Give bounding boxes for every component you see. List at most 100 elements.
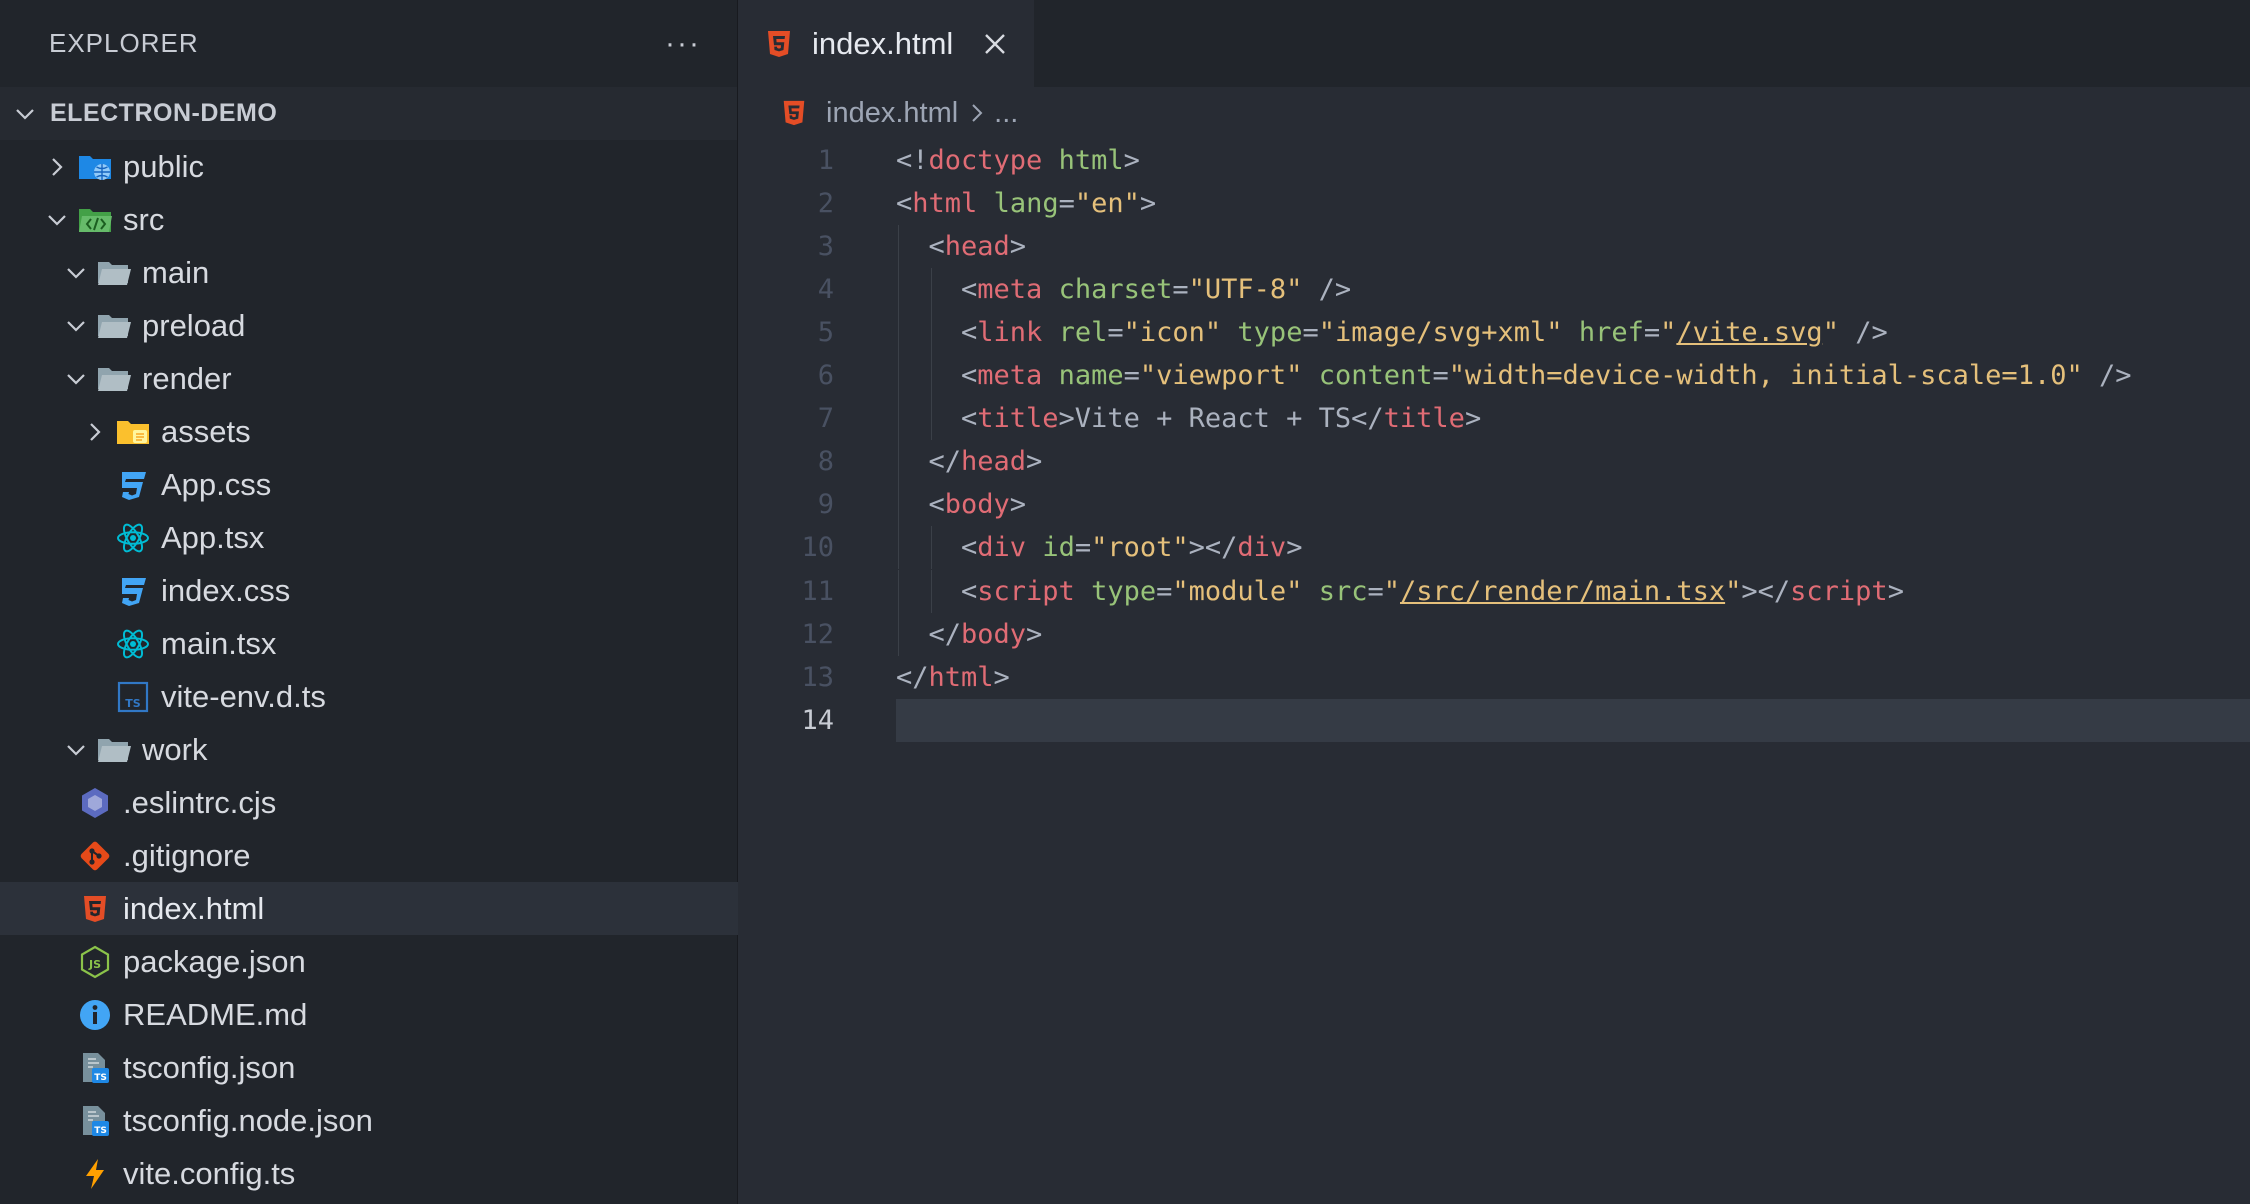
code-line[interactable]: 12 </body> — [738, 613, 2250, 656]
tree-item-app-css[interactable]: App.css — [0, 458, 738, 511]
indent-guide — [898, 268, 899, 311]
line-number: 6 — [817, 360, 834, 391]
code-line[interactable]: 11 <script type="module" src="/src/render… — [738, 570, 2250, 613]
tree-item-label: vite.config.ts — [123, 1155, 296, 1191]
code-line[interactable]: 5 <link rel="icon" type="image/svg+xml" h… — [738, 311, 2250, 354]
more-actions-icon[interactable]: ··· — [665, 27, 701, 61]
tree-item-render[interactable]: render — [0, 352, 738, 405]
code-line[interactable]: 13 </html> — [738, 656, 2250, 699]
line-number: 4 — [817, 274, 834, 305]
css-icon — [115, 573, 151, 609]
line-number: 2 — [817, 188, 834, 219]
tree-item-vite-env-d-ts[interactable]: TS vite-env.d.ts — [0, 670, 738, 723]
breadcrumb-file[interactable]: index.html — [826, 97, 958, 130]
indent-guide — [898, 526, 899, 569]
indent-guide — [930, 354, 932, 397]
code-line[interactable]: 6 <meta name="viewport" content="width=de… — [738, 354, 2250, 397]
tree-item-package-json[interactable]: JS package.json — [0, 935, 738, 988]
tree-item-label: index.html — [123, 890, 265, 926]
indent-guide — [898, 613, 899, 656]
tree-item-label: vite-env.d.ts — [161, 678, 326, 714]
tree-item-label: src — [123, 201, 165, 237]
indent-guide — [898, 354, 899, 397]
code-text: <html lang="en"> — [896, 188, 1157, 219]
project-root-row[interactable]: ELECTRON-DEMO — [0, 87, 737, 140]
breadcrumb-symbols[interactable]: ... — [994, 97, 1018, 130]
code-text: </head> — [928, 446, 1043, 477]
close-icon[interactable] — [981, 30, 1009, 58]
tree-item-index-css[interactable]: index.css — [0, 564, 738, 617]
code-line[interactable]: 9 <body> — [738, 483, 2250, 526]
code-text: </html> — [896, 662, 1010, 693]
tree-item-tsconfig-node-json[interactable]: TS tsconfig.node.json — [0, 1094, 738, 1147]
tab-index-html[interactable]: index.html — [738, 0, 1034, 87]
tree-item-eslintrc-cjs[interactable]: .eslintrc.cjs — [0, 776, 738, 829]
folder-assets-icon — [115, 414, 151, 450]
indent-guide — [898, 311, 899, 354]
tree-item-index-html[interactable]: index.html — [0, 882, 738, 935]
info-icon — [77, 997, 113, 1033]
line-number: 1 — [817, 145, 834, 176]
eslint-icon — [77, 785, 113, 821]
code-line[interactable]: 10 <div id="root"></div> — [738, 526, 2250, 569]
tree-item-main-tsx[interactable]: main.tsx — [0, 617, 738, 670]
tree-item-label: App.css — [161, 466, 272, 502]
chevron-down-icon — [16, 108, 34, 120]
tree-item-public[interactable]: public — [0, 140, 738, 193]
chevron-down-icon — [67, 320, 85, 332]
tree-item-tsconfig-json[interactable]: TS tsconfig.json — [0, 1041, 738, 1094]
project-title: ELECTRON-DEMO — [50, 99, 278, 127]
code-line[interactable]: 7 <title>Vite + React + TS</title> — [738, 397, 2250, 440]
tree-item-label: .gitignore — [123, 837, 251, 873]
git-icon — [77, 838, 113, 874]
indent-guide — [898, 570, 899, 613]
tree-item-src[interactable]: src — [0, 193, 738, 246]
code-text: <body> — [928, 489, 1027, 520]
react-icon — [115, 626, 151, 662]
indent-guide — [930, 526, 932, 569]
tree-item-label: main — [142, 254, 210, 290]
folder-src-icon — [77, 202, 113, 238]
code-text: <script type="module" src="/src/render/m… — [961, 576, 1904, 607]
code-line[interactable]: 2 <html lang="en"> — [738, 182, 2250, 225]
line-number: 3 — [817, 231, 834, 262]
code-text: <title>Vite + React + TS</title> — [961, 403, 1482, 434]
css-icon — [115, 467, 151, 503]
code-text: <meta name="viewport" content="width=dev… — [961, 360, 2132, 391]
breadcrumb: index.html ... — [738, 87, 2250, 139]
tree-item-label: preload — [142, 307, 246, 343]
tree-item-main[interactable]: main — [0, 246, 738, 299]
tree-item-gitignore[interactable]: .gitignore — [0, 829, 738, 882]
chevron-right-icon — [52, 157, 63, 176]
line-number: 5 — [817, 317, 834, 348]
tree-item-preload[interactable]: preload — [0, 299, 738, 352]
tab-bar: index.html — [738, 0, 2250, 87]
editor-area: index.html index.html ... 1 <!doctype htm… — [738, 0, 2250, 1204]
code-line[interactable]: 1 <!doctype html> — [738, 139, 2250, 182]
code-line[interactable]: 3 <head> — [738, 225, 2250, 268]
tree-item-app-tsx[interactable]: App.tsx — [0, 511, 738, 564]
code-line[interactable]: 8 </head> — [738, 440, 2250, 483]
code-line[interactable]: 4 <meta charset="UTF-8" /> — [738, 268, 2250, 311]
tree-item-label: README.md — [123, 996, 308, 1032]
tree-item-readme-md[interactable]: README.md — [0, 988, 738, 1041]
nodejs-icon: JS — [77, 944, 113, 980]
tree-item-vite-config-ts[interactable]: vite.config.ts — [0, 1147, 738, 1200]
tree-item-assets[interactable]: assets — [0, 405, 738, 458]
tree-item-label: work — [142, 731, 208, 767]
explorer-title: EXPLORER — [49, 28, 199, 58]
folder-open-icon — [96, 255, 132, 291]
line-number: 12 — [801, 619, 834, 650]
code-line[interactable]: 14 — [738, 699, 2250, 742]
svg-text:TS: TS — [125, 697, 141, 710]
folder-open-icon — [96, 361, 132, 397]
chevron-right-icon — [972, 104, 983, 122]
code-text: <div id="root"></div> — [961, 532, 1303, 563]
tree-item-label: index.css — [161, 572, 291, 608]
tree-item-label: tsconfig.node.json — [123, 1102, 373, 1138]
tree-item-label: public — [123, 148, 204, 184]
ts-file-icon: TS — [115, 679, 151, 715]
svg-text:TS: TS — [94, 1073, 107, 1083]
tree-item-work[interactable]: work — [0, 723, 738, 776]
tree-item-label: main.tsx — [161, 625, 277, 661]
